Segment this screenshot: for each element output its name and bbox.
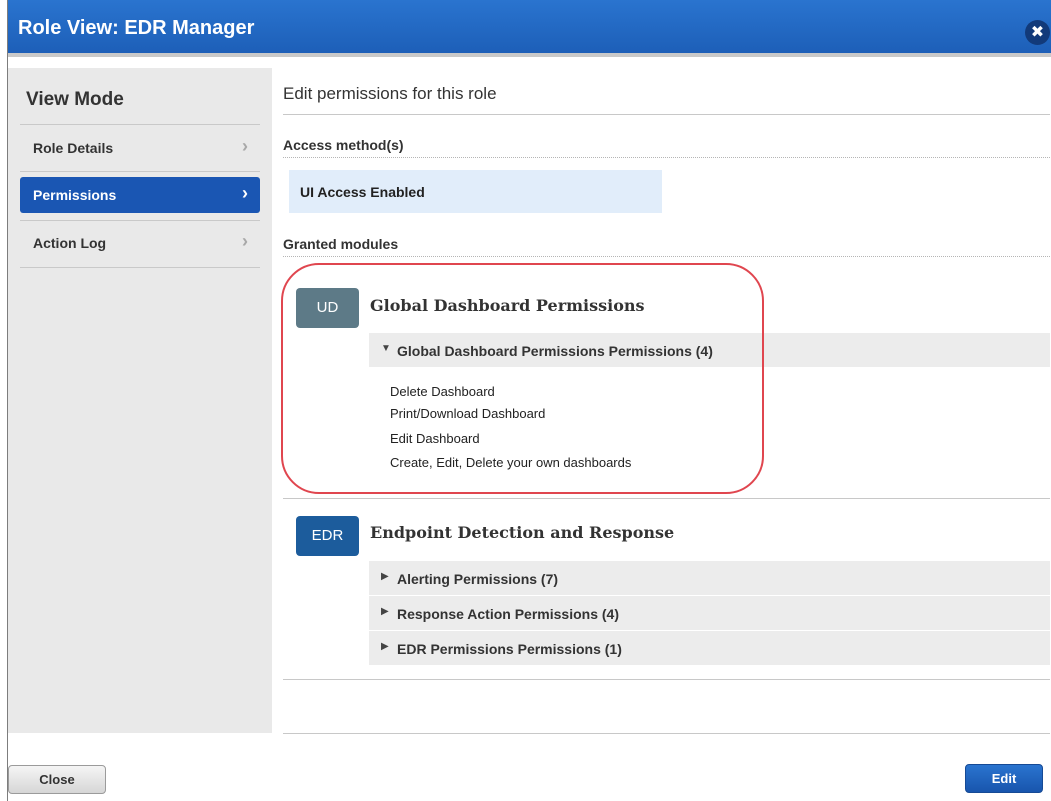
triangle-right-icon: ▶ — [381, 571, 389, 582]
role-view-dialog: Role View: EDR Manager ✖ View Mode Role … — [7, 0, 1051, 801]
sidebar-item-action-log[interactable]: Action Log › — [20, 225, 260, 261]
divider — [283, 498, 1050, 499]
permission-item: Print/Download Dashboard — [390, 406, 546, 421]
access-method-value: UI Access Enabled — [300, 184, 425, 200]
divider — [283, 679, 1050, 680]
permission-group-edr-permissions[interactable]: ▶ EDR Permissions Permissions (1) — [369, 631, 1050, 665]
permission-group-response-action[interactable]: ▶ Response Action Permissions (4) — [369, 596, 1050, 630]
triangle-right-icon: ▶ — [381, 641, 389, 652]
sidebar-item-role-details[interactable]: Role Details › — [20, 130, 260, 166]
module-badge-ud: UD — [296, 288, 359, 328]
edit-button[interactable]: Edit — [965, 764, 1043, 793]
chevron-right-icon: › — [242, 136, 248, 156]
access-methods-label: Access method(s) — [283, 137, 404, 153]
sidebar-heading: View Mode — [26, 89, 124, 110]
sidebar: View Mode Role Details › Permissions › A… — [8, 68, 272, 733]
permission-group-alerting[interactable]: ▶ Alerting Permissions (7) — [369, 561, 1050, 595]
access-method-box: UI Access Enabled — [289, 170, 662, 213]
chevron-right-icon: › — [242, 183, 248, 203]
close-icon[interactable]: ✖ — [1025, 20, 1050, 45]
permission-group-global-dashboard[interactable]: ▼ Global Dashboard Permissions Permissio… — [369, 333, 1050, 367]
dialog-title: Role View: EDR Manager — [18, 17, 255, 39]
permission-group-label: Global Dashboard Permissions Permissions… — [397, 343, 713, 359]
divider — [283, 256, 1050, 257]
divider — [283, 157, 1050, 158]
module-badge-edr: EDR — [296, 516, 359, 556]
triangle-down-icon: ▼ — [381, 343, 391, 354]
divider — [20, 220, 260, 221]
permission-item: Create, Edit, Delete your own dashboards — [390, 455, 632, 470]
page-title: Edit permissions for this role — [283, 84, 497, 103]
sidebar-item-label: Permissions — [33, 187, 117, 203]
permission-group-label: EDR Permissions Permissions (1) — [397, 641, 622, 657]
sidebar-item-permissions[interactable]: Permissions › — [20, 177, 260, 213]
divider — [283, 733, 1050, 734]
divider — [20, 267, 260, 268]
sidebar-item-label: Action Log — [33, 235, 107, 251]
sidebar-item-label: Role Details — [33, 140, 114, 156]
divider — [20, 124, 260, 125]
granted-modules-label: Granted modules — [283, 236, 399, 252]
close-button[interactable]: Close — [8, 765, 106, 794]
permission-item: Delete Dashboard — [390, 384, 495, 399]
permission-group-label: Alerting Permissions (7) — [397, 571, 559, 587]
chevron-right-icon: › — [242, 231, 248, 251]
divider — [283, 114, 1050, 115]
module-name: Global Dashboard Permissions — [370, 296, 645, 315]
triangle-right-icon: ▶ — [381, 606, 389, 617]
module-name: Endpoint Detection and Response — [370, 523, 675, 542]
permission-group-label: Response Action Permissions (4) — [397, 606, 619, 622]
divider — [20, 171, 260, 172]
permission-item: Edit Dashboard — [390, 431, 480, 446]
title-bar: Role View: EDR Manager ✖ — [8, 0, 1051, 57]
